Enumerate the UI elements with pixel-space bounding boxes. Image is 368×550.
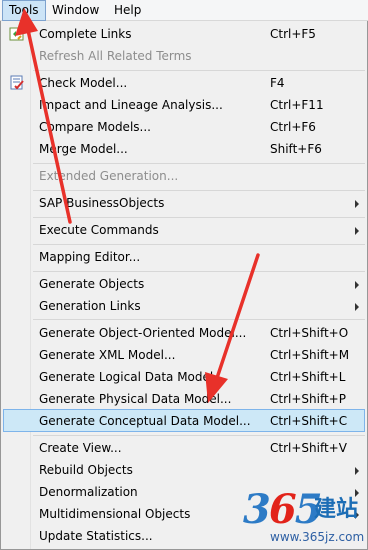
menu-item-generation-links[interactable]: Generation Links bbox=[3, 295, 365, 317]
check-model-icon bbox=[9, 75, 25, 91]
menu-item-generate-xml-model[interactable]: Generate XML Model... Ctrl+Shift+M bbox=[3, 344, 365, 366]
menu-item-shortcut: Shift+F6 bbox=[270, 142, 322, 156]
menu-help[interactable]: Help bbox=[108, 1, 147, 20]
complete-links-icon bbox=[9, 26, 25, 42]
menu-item-mapping-editor[interactable]: Mapping Editor... bbox=[3, 246, 365, 268]
menu-item-shortcut: Ctrl+Shift+V bbox=[270, 441, 347, 455]
menu-item-impact-lineage-analysis[interactable]: Impact and Lineage Analysis... Ctrl+F11 bbox=[3, 94, 365, 116]
menu-item-label: Generation Links bbox=[39, 299, 141, 313]
menu-item-shortcut: F4 bbox=[270, 76, 285, 90]
menu-item-complete-links[interactable]: Complete Links Ctrl+F5 bbox=[3, 23, 365, 45]
menu-item-label: Update Statistics... bbox=[39, 529, 153, 543]
menu-separator bbox=[33, 319, 365, 320]
menu-separator bbox=[33, 271, 365, 272]
submenu-arrow-icon bbox=[355, 467, 359, 475]
menu-item-label: Merge Model... bbox=[39, 142, 128, 156]
menu-item-shortcut: Ctrl+Shift+L bbox=[270, 370, 346, 384]
menu-item-generate-object-oriented-model[interactable]: Generate Object-Oriented Model... Ctrl+S… bbox=[3, 322, 365, 344]
menu-item-label: Rebuild Objects bbox=[39, 463, 133, 477]
submenu-arrow-icon bbox=[355, 303, 359, 311]
menu-separator bbox=[33, 190, 365, 191]
menu-item-shortcut: Ctrl+Shift+O bbox=[270, 326, 349, 340]
menu-item-label: Complete Links bbox=[39, 27, 132, 41]
menu-item-label: Check Model... bbox=[39, 76, 128, 90]
menu-item-label: Compare Models... bbox=[39, 120, 151, 134]
menu-item-label: Mapping Editor... bbox=[39, 250, 141, 264]
menu-item-label: Generate Physical Data Model... bbox=[39, 392, 232, 406]
menu-item-sap-businessobjects[interactable]: SAP BusinessObjects bbox=[3, 192, 365, 214]
menu-separator bbox=[33, 163, 365, 164]
menu-separator bbox=[33, 217, 365, 218]
menu-item-label: Denormalization bbox=[39, 485, 138, 499]
menu-item-label: Generate Objects bbox=[39, 277, 145, 291]
menu-item-extended-generation: Extended Generation... bbox=[3, 165, 365, 187]
submenu-arrow-icon bbox=[355, 227, 359, 235]
menu-tools[interactable]: Tools bbox=[2, 0, 46, 21]
menu-item-label: Execute Commands bbox=[39, 223, 159, 237]
watermark-logo-text: 建站 bbox=[314, 497, 359, 522]
menu-bar: Tools Window Help bbox=[0, 0, 368, 21]
watermark-url: www.365jz.com bbox=[270, 530, 365, 544]
menu-item-label: Extended Generation... bbox=[39, 169, 179, 183]
menu-item-label: Generate Logical Data Model... bbox=[39, 370, 225, 384]
watermark-logo-number: 365 bbox=[243, 486, 323, 533]
menu-item-label: Impact and Lineage Analysis... bbox=[39, 98, 223, 112]
menu-item-label: Refresh All Related Terms bbox=[39, 49, 192, 63]
menu-item-generate-logical-data-model[interactable]: Generate Logical Data Model... Ctrl+Shif… bbox=[3, 366, 365, 388]
menu-separator bbox=[33, 244, 365, 245]
menu-item-shortcut: Ctrl+Shift+M bbox=[270, 348, 350, 362]
menu-item-shortcut: Ctrl+F5 bbox=[270, 27, 316, 41]
menu-separator bbox=[33, 435, 365, 436]
menu-item-label: Generate XML Model... bbox=[39, 348, 176, 362]
tools-dropdown-menu: Complete Links Ctrl+F5 Refresh All Relat… bbox=[0, 21, 368, 550]
menu-item-label: Multidimensional Objects bbox=[39, 507, 191, 521]
menu-item-rebuild-objects[interactable]: Rebuild Objects bbox=[3, 459, 365, 481]
menu-item-label: Create View... bbox=[39, 441, 122, 455]
menu-item-create-view[interactable]: Create View... Ctrl+Shift+V bbox=[3, 437, 365, 459]
menu-item-check-model[interactable]: Check Model... F4 bbox=[3, 72, 365, 94]
menu-item-label: Generate Object-Oriented Model... bbox=[39, 326, 247, 340]
menu-item-generate-conceptual-data-model[interactable]: Generate Conceptual Data Model... Ctrl+S… bbox=[3, 409, 365, 432]
menu-item-merge-model[interactable]: Merge Model... Shift+F6 bbox=[3, 138, 365, 160]
menu-item-shortcut: Ctrl+Shift+C bbox=[270, 414, 348, 428]
menu-item-label: Generate Conceptual Data Model... bbox=[39, 414, 251, 428]
menu-item-generate-physical-data-model[interactable]: Generate Physical Data Model... Ctrl+Shi… bbox=[3, 388, 365, 410]
menu-item-shortcut: Ctrl+Shift+P bbox=[270, 392, 346, 406]
menu-item-generate-objects[interactable]: Generate Objects bbox=[3, 273, 365, 295]
menu-item-execute-commands[interactable]: Execute Commands bbox=[3, 219, 365, 241]
menu-window[interactable]: Window bbox=[46, 1, 105, 20]
menu-item-refresh-all-related-terms: Refresh All Related Terms bbox=[3, 45, 365, 67]
submenu-arrow-icon bbox=[355, 281, 359, 289]
menu-item-compare-models[interactable]: Compare Models... Ctrl+F6 bbox=[3, 116, 365, 138]
menu-item-label: SAP BusinessObjects bbox=[39, 196, 165, 210]
menu-separator bbox=[33, 70, 365, 71]
menu-item-shortcut: Ctrl+F6 bbox=[270, 120, 316, 134]
submenu-arrow-icon bbox=[355, 489, 359, 497]
menu-item-shortcut: Ctrl+F11 bbox=[270, 98, 324, 112]
submenu-arrow-icon bbox=[355, 200, 359, 208]
